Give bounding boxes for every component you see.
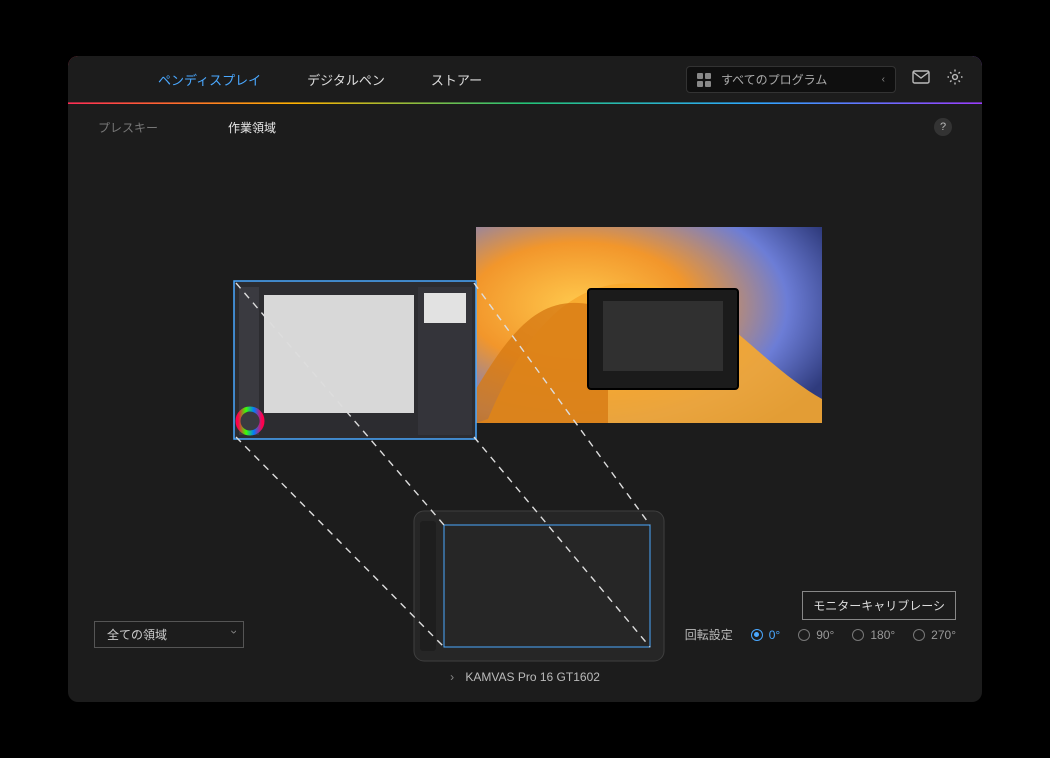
rotation-option-270[interactable]: 270° <box>913 628 956 642</box>
rotation-label: 回転設定 <box>685 626 733 643</box>
top-bar: ペンディスプレイ デジタルペン ストアー すべてのプログラム ‹ <box>68 56 982 104</box>
help-button[interactable]: ? <box>934 118 952 136</box>
rotation-option-90[interactable]: 90° <box>798 628 834 642</box>
rotation-settings: 回転設定 0° 90° 180° 270° <box>685 626 956 643</box>
monitor-1-selected[interactable] <box>234 281 476 439</box>
program-selector[interactable]: すべてのプログラム ‹ <box>686 66 896 93</box>
sub-nav: プレスキー 作業領域 ? <box>68 104 982 136</box>
program-selector-label: すべてのプログラム <box>721 71 827 88</box>
bottom-controls: 全ての領域 回転設定 0° 90° 180° 270° <box>68 621 982 648</box>
chevron-left-icon: ‹ <box>882 74 885 85</box>
top-nav: ペンディスプレイ デジタルペン ストアー <box>158 70 482 89</box>
top-right-controls: すべてのプログラム ‹ <box>686 66 964 93</box>
area-scope-value: 全ての領域 <box>107 628 167 642</box>
mail-icon[interactable] <box>912 70 930 89</box>
work-area-canvas: モニターキャリブレーシ 全ての領域 回転設定 0° 90° 180° 270° … <box>68 136 982 702</box>
tab-store[interactable]: ストアー <box>431 70 482 89</box>
rotation-option-180[interactable]: 180° <box>852 628 895 642</box>
monitor-calibration-button[interactable]: モニターキャリブレーシ <box>802 591 956 620</box>
tab-digital-pen[interactable]: デジタルペン <box>307 70 385 89</box>
apps-grid-icon <box>697 73 711 87</box>
device-name: KAMVAS Pro 16 GT1602 <box>465 670 600 684</box>
subtab-work-area[interactable]: 作業領域 <box>228 119 276 136</box>
subtab-press-key[interactable]: プレスキー <box>98 119 158 136</box>
rotation-option-0[interactable]: 0° <box>751 628 780 642</box>
device-row[interactable]: › KAMVAS Pro 16 GT1602 <box>68 670 982 684</box>
gear-icon[interactable] <box>946 68 964 91</box>
monitor-2[interactable] <box>476 227 822 423</box>
app-window: ペンディスプレイ デジタルペン ストアー すべてのプログラム ‹ プレスキー 作… <box>68 56 982 702</box>
chevron-right-icon: › <box>450 670 454 684</box>
area-scope-select[interactable]: 全ての領域 <box>94 621 244 648</box>
tab-pen-display[interactable]: ペンディスプレイ <box>158 70 261 89</box>
